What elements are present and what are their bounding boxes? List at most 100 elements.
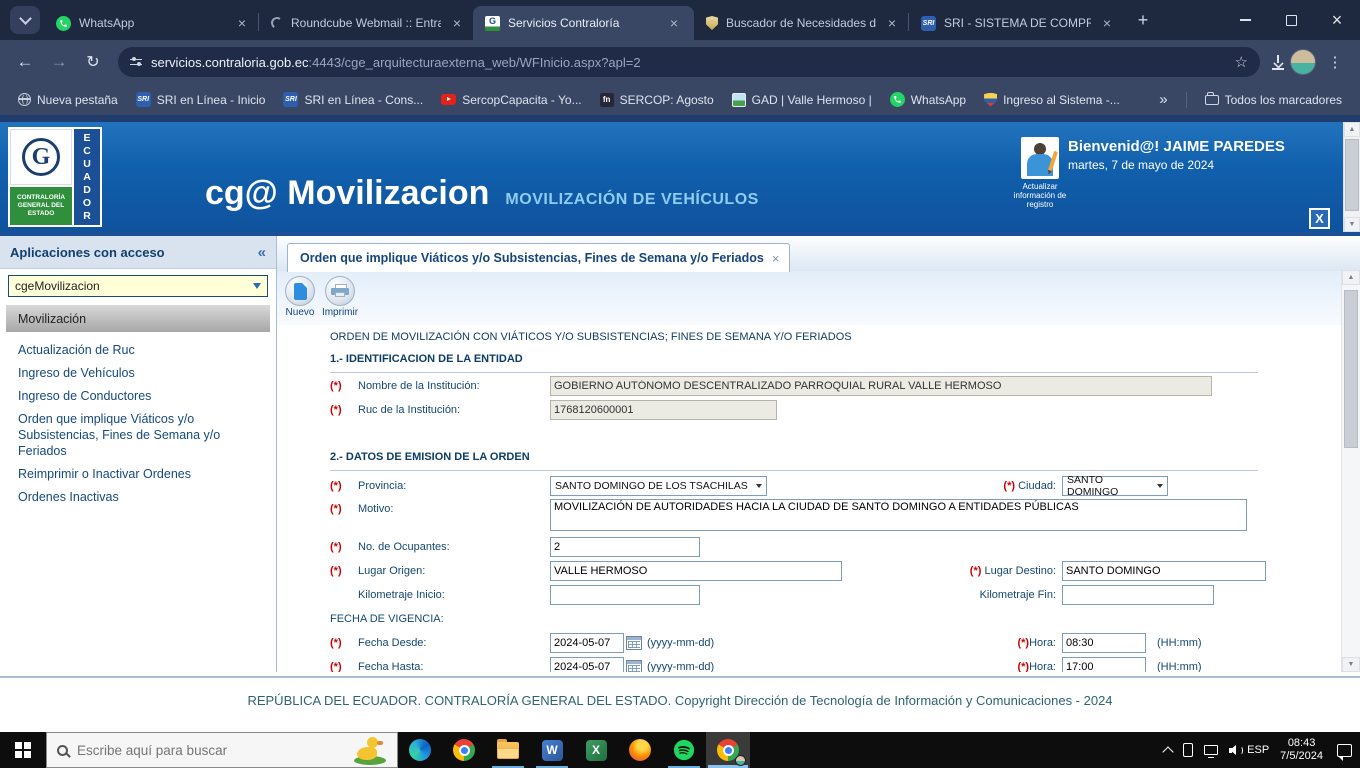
nombre-input[interactable]	[550, 376, 1212, 396]
tab-servicios-contraloria[interactable]: Servicios Contraloría	[473, 6, 694, 40]
fecha-hasta-input[interactable]	[550, 657, 624, 672]
close-icon[interactable]	[234, 15, 250, 31]
imprimir-label: Imprimir	[321, 307, 359, 318]
calendar-icon[interactable]	[626, 660, 642, 672]
sidebar-item-actualizacion-ruc[interactable]: Actualización de Ruc	[0, 342, 276, 358]
cge-emblem-icon	[10, 129, 72, 185]
tab-search-button[interactable]	[10, 6, 40, 34]
application-select[interactable]: cgeMovilizacion	[8, 275, 268, 297]
taskbar-chrome[interactable]	[442, 732, 486, 768]
fecha-desde-input[interactable]	[550, 633, 624, 653]
collapse-sidebar-icon[interactable]	[258, 244, 266, 261]
taskbar-firefox[interactable]	[618, 732, 662, 768]
bookmark-whatsapp[interactable]: WhatsApp	[882, 89, 974, 110]
clock[interactable]: 08:43 7/5/2024	[1280, 737, 1323, 763]
close-icon[interactable]	[666, 15, 682, 31]
whatsapp-icon	[889, 92, 905, 107]
taskbar-edge[interactable]	[398, 732, 442, 768]
scroll-up-icon[interactable]	[1342, 270, 1360, 285]
scrollbar-thumb[interactable]	[1345, 139, 1359, 211]
sidebar-item-ingreso-conductores[interactable]: Ingreso de Conductores	[0, 388, 276, 404]
required-mark: (*)	[330, 380, 342, 392]
duck-doodle-icon	[353, 735, 387, 765]
device-icon[interactable]	[1183, 743, 1194, 757]
close-window-button[interactable]	[1314, 0, 1360, 40]
bookmark-gad-valle-hermoso[interactable]: GAD | Valle Hermoso |	[724, 90, 880, 110]
back-button[interactable]	[10, 47, 40, 77]
scroll-up-icon[interactable]	[1344, 122, 1360, 137]
network-icon[interactable]	[1204, 745, 1219, 758]
ocupantes-input[interactable]	[550, 537, 700, 557]
language-indicator[interactable]: ESP	[1247, 744, 1269, 756]
bookmarks-overflow-icon[interactable]	[1151, 91, 1175, 108]
notification-center-icon[interactable]	[1337, 743, 1352, 761]
header-scrollbar[interactable]	[1343, 122, 1360, 232]
minimize-button[interactable]	[1222, 0, 1268, 40]
all-bookmarks-button[interactable]: Todos los marcadores	[1197, 90, 1350, 110]
new-tab-button[interactable]	[1129, 6, 1157, 34]
sidebar-group-movilizacion[interactable]: Movilización	[6, 305, 270, 332]
taskbar-chrome-active[interactable]	[706, 732, 750, 768]
web-page: CONTRALORÍA GENERAL DEL ESTADO ECUADOR c…	[0, 115, 1360, 732]
scroll-down-icon[interactable]	[1344, 217, 1360, 232]
close-icon[interactable]	[1099, 15, 1115, 31]
site-info-icon[interactable]	[130, 57, 142, 68]
ruc-input[interactable]	[550, 400, 777, 420]
taskbar-excel[interactable]: X	[574, 732, 618, 768]
nuevo-button[interactable]: Nuevo	[281, 276, 319, 318]
update-registry-button[interactable]: Actualizar información de registro	[1010, 137, 1070, 209]
downloads-icon[interactable]	[1270, 54, 1286, 70]
bookmark-star-icon[interactable]	[1235, 53, 1248, 71]
tab-roundcube[interactable]: Roundcube Webmail :: Entra	[259, 6, 473, 40]
form-row-lugar: (*) Lugar Origen: (*) Lugar Destino:	[330, 560, 1288, 582]
scrollbar-thumb[interactable]	[1344, 290, 1358, 448]
motivo-textarea[interactable]: MOVILIZACIÓN DE AUTORIDADES HACIA LA CIU…	[550, 499, 1247, 531]
bookmark-ingreso-sistema[interactable]: Ingreso al Sistema -...	[976, 90, 1128, 110]
hora-hasta-input[interactable]	[1062, 657, 1146, 672]
maximize-button[interactable]	[1268, 0, 1314, 40]
start-button[interactable]	[0, 732, 46, 768]
logout-close-button[interactable]: X	[1309, 208, 1330, 229]
destino-input[interactable]	[1062, 561, 1266, 581]
url-bar[interactable]: servicios.contraloria.gob.ec:4443/cge_ar…	[118, 47, 1260, 77]
sidebar-item-ingreso-vehiculos[interactable]: Ingreso de Vehículos	[0, 365, 276, 381]
sidebar-item-orden-viaticos[interactable]: Orden que implique Viáticos y/o Subsiste…	[0, 411, 276, 459]
bookmark-sercop-agosto[interactable]: SERCOP: Agosto	[592, 90, 722, 110]
imprimir-button[interactable]: Imprimir	[321, 276, 359, 318]
taskbar-search[interactable]	[46, 732, 398, 768]
tray-expand-icon[interactable]	[1162, 745, 1174, 758]
volume-icon[interactable]	[1229, 744, 1244, 756]
close-icon[interactable]	[772, 251, 780, 266]
taskbar-file-explorer[interactable]	[486, 732, 530, 768]
hora-desde-input[interactable]	[1062, 633, 1146, 653]
close-icon[interactable]	[884, 15, 900, 31]
bookmark-sri-inicio[interactable]: SRI en Línea - Inicio	[128, 89, 274, 110]
bookmark-sercopcapacita[interactable]: SercopCapacita - Yo...	[433, 90, 589, 110]
search-input[interactable]	[77, 742, 344, 758]
welcome-block: Bienvenid@! JAIME PAREDES martes, 7 de m…	[1068, 138, 1285, 172]
tab-sri[interactable]: SRI - SISTEMA DE COMPROB	[909, 6, 1123, 40]
taskbar-word[interactable]: W	[530, 732, 574, 768]
profile-avatar[interactable]	[1290, 49, 1316, 75]
browser-menu-icon[interactable]	[1320, 47, 1350, 77]
bookmark-label: SRI en Línea - Inicio	[156, 92, 266, 107]
ciudad-select[interactable]: SANTO DOMINGO	[1062, 474, 1168, 498]
calendar-icon[interactable]	[626, 636, 642, 650]
sidebar-item-ordenes-inactivas[interactable]: Ordenes Inactivas	[0, 489, 276, 505]
bookmark-label: SERCOP: Agosto	[619, 92, 714, 107]
content-scrollbar[interactable]	[1341, 270, 1360, 672]
tab-buscador[interactable]: Buscador de Necesidades de	[694, 6, 908, 40]
sidebar-item-reimprimir-inactivar[interactable]: Reimprimir o Inactivar Ordenes	[0, 466, 276, 482]
km-fin-input[interactable]	[1062, 585, 1214, 605]
scroll-down-icon[interactable]	[1342, 657, 1360, 672]
reload-button[interactable]	[78, 47, 108, 77]
bookmark-sri-consultas[interactable]: SRI en Línea - Cons...	[275, 89, 431, 110]
bookmark-nueva-pestana[interactable]: Nueva pestaña	[10, 90, 126, 110]
document-tab[interactable]: Orden que implique Viáticos y/o Subsiste…	[287, 243, 791, 272]
vigencia-label: FECHA DE VIGENCIA:	[330, 613, 444, 625]
taskbar-spotify[interactable]	[662, 732, 706, 768]
close-icon[interactable]	[449, 15, 465, 31]
forward-button[interactable]	[44, 47, 74, 77]
tab-whatsapp[interactable]: WhatsApp	[44, 6, 258, 40]
km-inicio-input[interactable]	[550, 585, 700, 605]
